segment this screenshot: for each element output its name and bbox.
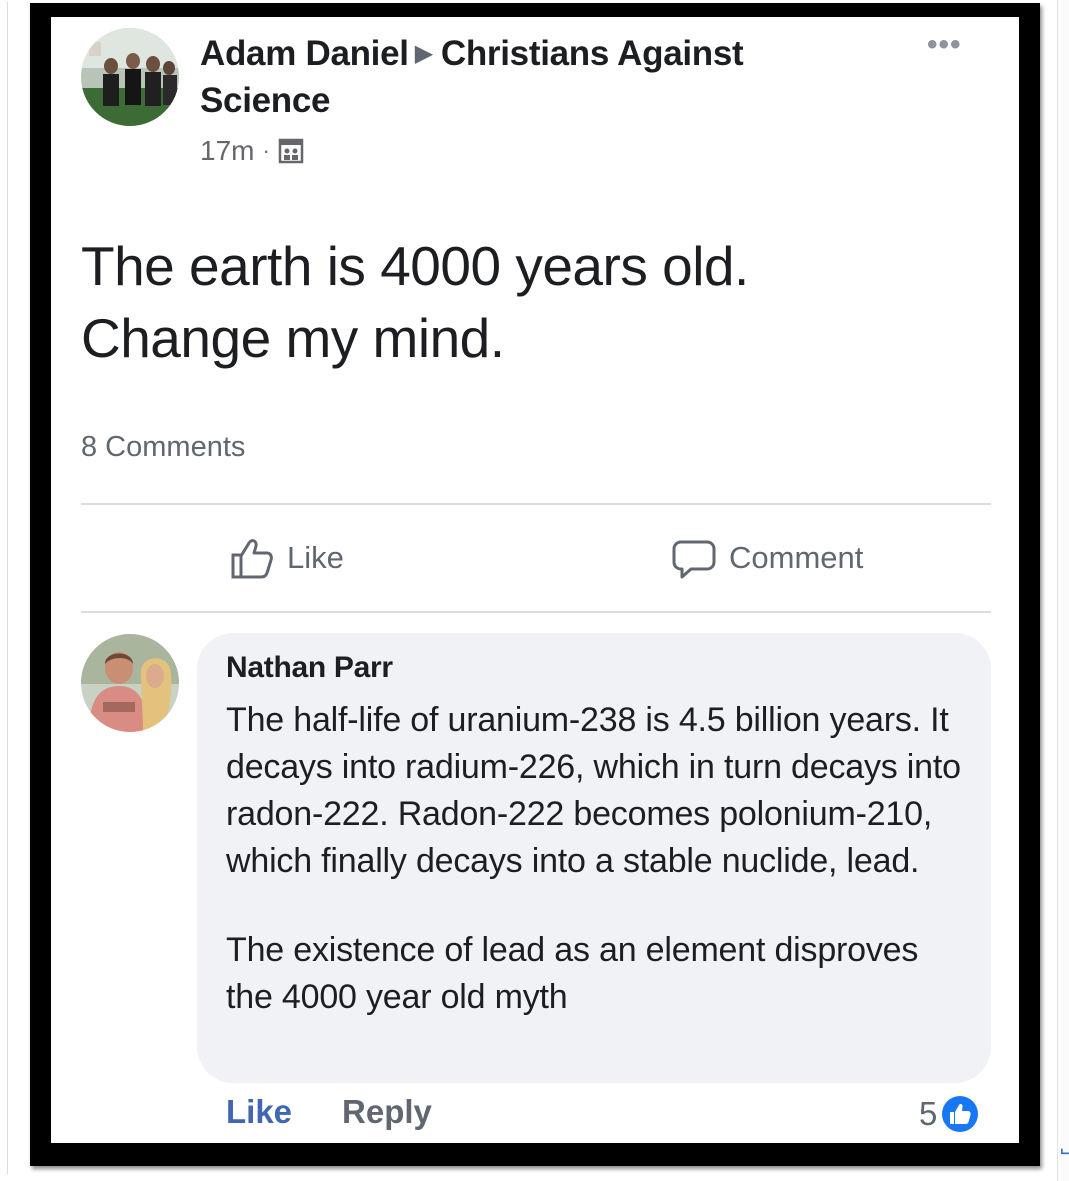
commenter-avatar[interactable] [81,634,179,732]
author-avatar-photo [81,28,179,126]
ellipsis-icon[interactable]: ••• [927,30,962,60]
post-timestamp[interactable]: 17m [200,135,254,167]
meta-separator: · [262,138,270,163]
commenter-name[interactable]: Nathan Parr [226,651,393,685]
comment-label: Comment [729,540,864,575]
facebook-post: Adam Daniel ▶ Christians Against Science •… [51,17,1019,1143]
comment-like-link[interactable]: Like [226,1093,292,1131]
author-name[interactable]: Adam Daniel [200,34,409,73]
arrow-right-icon: ▶ [414,40,433,67]
like-reaction-icon [942,1096,979,1132]
post-text-line-2: Change my mind. [81,307,505,369]
divider-top [81,503,991,505]
post-header: Adam Daniel ▶ Christians Against Science [200,30,880,124]
comment-button[interactable]: Comment [671,535,863,581]
reaction-count: 5 [919,1095,938,1132]
post-text-line-1: The earth is 4000 years old. [81,235,749,297]
comment-paragraph-2: The existence of lead as an element disp… [226,931,919,1016]
comment-text: The half-life of uranium-238 is 4.5 bill… [226,697,966,1021]
commenter-avatar-photo [81,634,179,732]
reaction-summary[interactable]: 5 [919,1095,979,1133]
author-avatar[interactable] [81,28,179,126]
comment-bubble: Nathan Parr The half-life of uranium-238… [197,633,991,1083]
thumbs-up-icon [231,539,273,579]
comment-actions: Like Reply [226,1093,432,1131]
page-edge-right [1057,0,1069,1181]
divider-bottom [81,611,991,613]
comment-paragraph-1: The half-life of uranium-238 is 4.5 bill… [226,701,961,880]
post-meta: 17m · [200,135,304,167]
comment-reply-link[interactable]: Reply [342,1093,432,1131]
edge-mark-icon: ⌙ [1059,1140,1069,1162]
page-edge-left [7,2,8,1174]
post-body: The earth is 4000 years old. Change my m… [81,230,981,374]
comments-count[interactable]: 8 Comments [81,431,245,464]
comment-bubble-icon [672,540,716,579]
like-button[interactable]: Like [229,535,344,581]
like-label: Like [287,540,344,575]
group-icon [278,138,304,164]
